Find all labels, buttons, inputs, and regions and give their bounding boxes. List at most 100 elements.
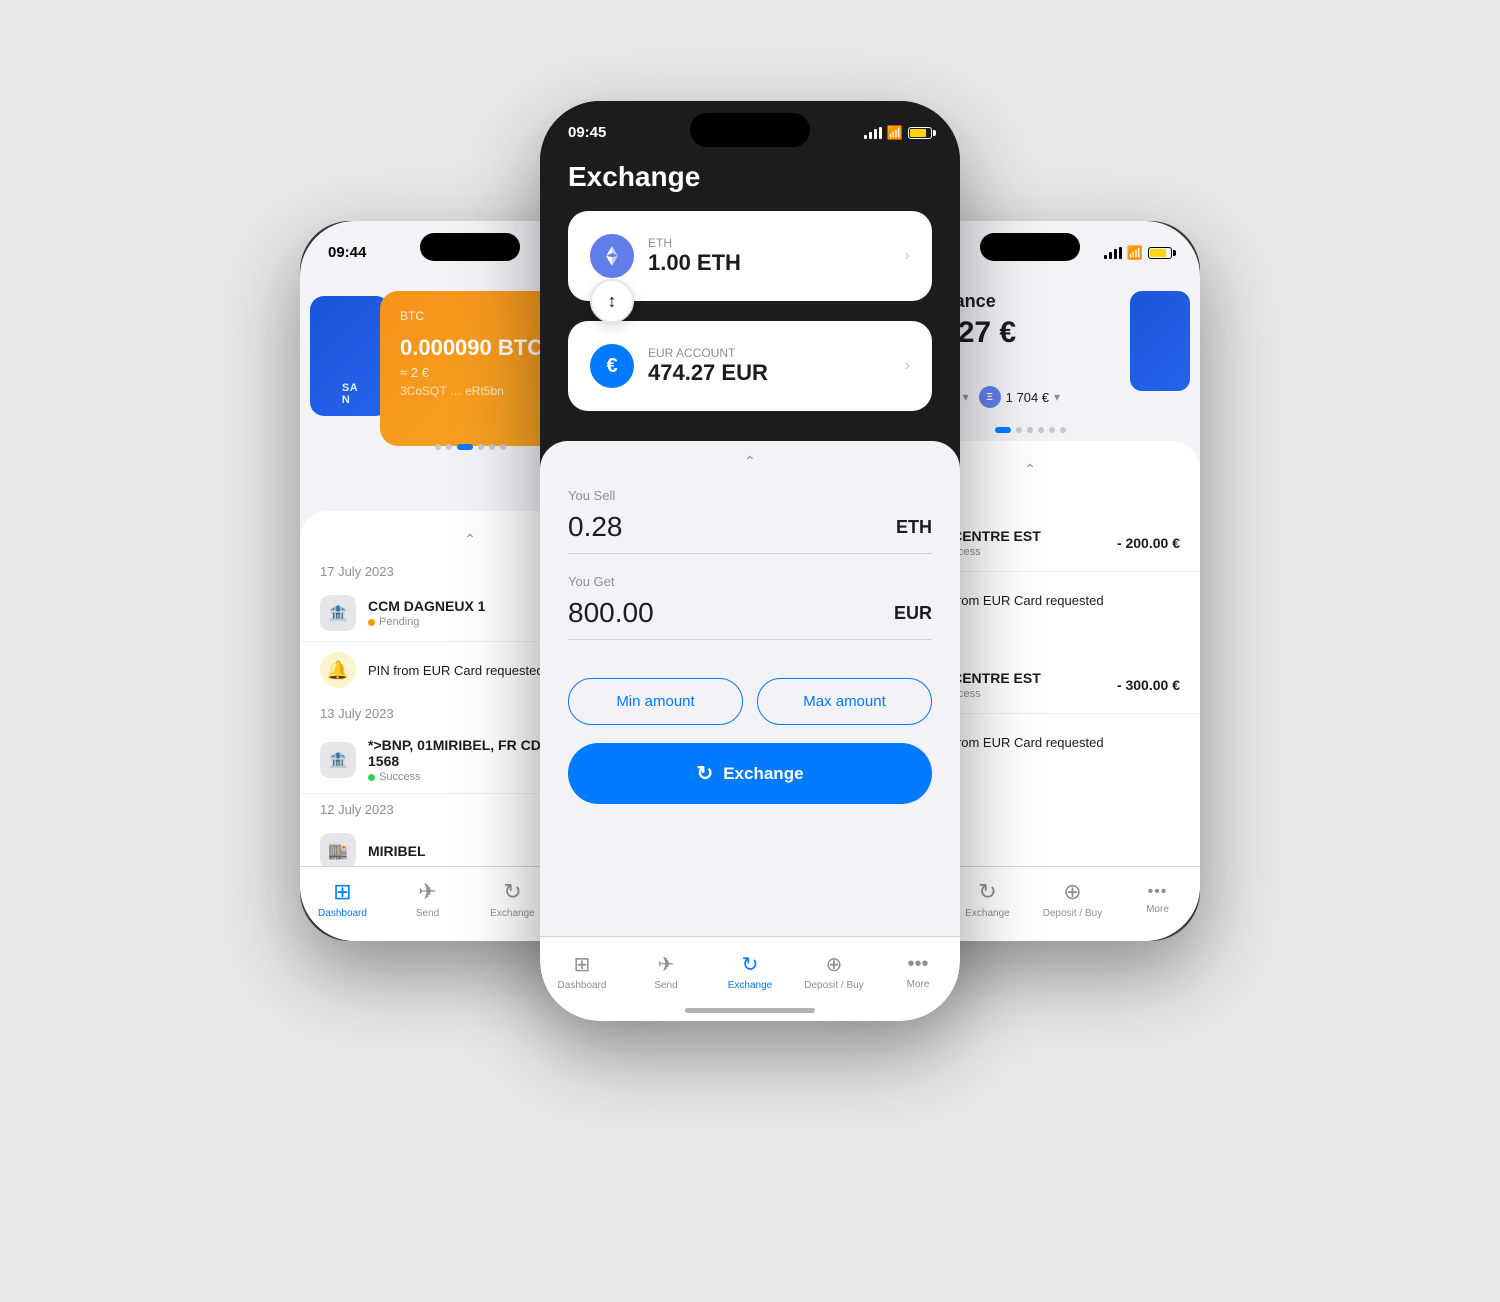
left-nav-dashboard-label: Dashboard — [318, 908, 367, 919]
r-exchange-icon: ↻ — [978, 879, 996, 905]
right-battery — [1148, 247, 1172, 259]
exchange-btn-icon: ↻ — [696, 761, 713, 786]
exchange-title: Exchange — [568, 161, 700, 193]
c-deposit-icon: ⊕ — [826, 952, 843, 977]
right-txn-1-amount: - 200.00 € — [1117, 535, 1180, 551]
center-signal — [864, 127, 882, 139]
swap-button[interactable]: ↕ — [590, 279, 634, 323]
c-signal-bar-4 — [879, 127, 882, 139]
c-signal-bar-3 — [874, 129, 877, 139]
center-nav-deposit[interactable]: ⊕ Deposit / Buy — [792, 952, 876, 991]
right-nav-exchange-label: Exchange — [965, 908, 1009, 919]
left-nav-dashboard[interactable]: ⊞ Dashboard — [300, 879, 385, 919]
left-txn-1-status-text: Pending — [379, 616, 419, 628]
sell-label: You Sell — [568, 488, 932, 503]
eur-label: EUR ACCOUNT — [648, 346, 891, 360]
exchange-action-button[interactable]: ↻ Exchange — [568, 743, 932, 804]
exchange-btn-label: Exchange — [723, 764, 803, 784]
center-nav-dashboard-label: Dashboard — [558, 980, 607, 991]
success-dot — [368, 774, 375, 781]
c-exchange-icon: ↻ — [742, 952, 759, 977]
dot-4 — [478, 444, 484, 450]
right-nav-deposit[interactable]: ⊕ Deposit / Buy — [1030, 879, 1115, 919]
eur-icon: € — [590, 344, 634, 388]
center-nav-exchange[interactable]: ↻ Exchange — [708, 952, 792, 991]
eth-label: ETH — [648, 236, 891, 250]
sell-currency-label: ETH — [896, 517, 932, 538]
r-deposit-icon: ⊕ — [1063, 879, 1081, 905]
visa-card[interactable]: SAN — [310, 296, 390, 416]
eur-value: 474.27 EUR — [648, 360, 891, 386]
c-dashboard-icon: ⊞ — [574, 952, 591, 977]
get-label: You Get — [568, 574, 932, 589]
get-currency-label: EUR — [894, 603, 932, 624]
eur-info: EUR ACCOUNT 474.27 EUR — [648, 346, 891, 386]
c-signal-bar-1 — [864, 135, 867, 139]
dot-5 — [489, 444, 495, 450]
right-txn-2-amount: - 300.00 € — [1117, 677, 1180, 693]
sell-section: You Sell ETH — [540, 478, 960, 554]
right-nav-more-label: More — [1146, 904, 1169, 915]
exchange-bottom-sheet: ⌃ You Sell ETH You Get EUR M — [540, 441, 960, 1021]
center-dynamic-island — [690, 113, 810, 147]
get-input-row: EUR — [568, 597, 932, 640]
eth-value: 1.00 ETH — [648, 250, 891, 276]
left-txn-2-name: *>BNP, 01MIRIBEL, FR CD 1568 — [368, 737, 564, 769]
sell-amount-input[interactable] — [568, 511, 768, 543]
get-section: You Get EUR — [540, 574, 960, 640]
bank-icon: 🏦 — [328, 603, 348, 623]
eur-currency-card[interactable]: € EUR ACCOUNT 474.27 EUR › — [568, 321, 932, 411]
right-eth-price-value: 1 704 € — [1006, 390, 1049, 405]
right-dynamic-island — [980, 233, 1080, 261]
left-dynamic-island — [420, 233, 520, 261]
center-battery-fill — [910, 129, 926, 137]
visa-label: SAN — [342, 382, 358, 406]
left-txn-1-icon: 🏦 — [320, 595, 356, 631]
eth-chevron: › — [905, 247, 910, 265]
get-amount-input[interactable] — [568, 597, 768, 629]
eth-icon — [590, 234, 634, 278]
right-btc-chevron: ▾ — [963, 390, 969, 404]
right-nav-more[interactable]: ••• More — [1115, 883, 1200, 915]
left-nav-send-label: Send — [416, 908, 439, 919]
left-txn-3-icon: 🏬 — [320, 833, 356, 869]
left-nav-exchange-label: Exchange — [490, 908, 534, 919]
center-nav-deposit-label: Deposit / Buy — [804, 980, 863, 991]
max-amount-button[interactable]: Max amount — [757, 678, 932, 725]
left-status-time: 09:44 — [328, 244, 366, 261]
sheet-handle: ⌃ — [540, 441, 960, 478]
center-status-time: 09:45 — [568, 124, 606, 141]
right-signal — [1104, 247, 1122, 259]
center-nav-more[interactable]: ••• More — [876, 953, 960, 990]
right-eth-price: Ξ 1 704 € ▾ — [979, 386, 1060, 408]
center-nav-more-label: More — [907, 979, 930, 990]
right-blue-card[interactable] — [1130, 291, 1190, 391]
left-txn-3-details: MIRIBEL — [368, 843, 564, 859]
dashboard-icon: ⊞ — [333, 879, 351, 905]
left-txn-1-name: CCM DAGNEUX 1 — [368, 598, 564, 614]
pending-dot — [368, 619, 375, 626]
send-icon: ✈ — [418, 879, 436, 905]
r-signal-bar-2 — [1109, 252, 1112, 259]
right-wifi-icon: 📶 — [1127, 245, 1143, 261]
sell-input-row: ETH — [568, 511, 932, 554]
center-nav-dashboard[interactable]: ⊞ Dashboard — [540, 952, 624, 991]
c-send-icon: ✈ — [658, 952, 675, 977]
center-status-icons: 📶 — [864, 125, 932, 141]
center-nav-exchange-label: Exchange — [728, 980, 772, 991]
r-dot-5 — [1049, 427, 1055, 433]
r-dot-3 — [1027, 427, 1033, 433]
dot-2 — [446, 444, 452, 450]
center-wifi-icon: 📶 — [887, 125, 903, 141]
left-txn-2-status-text: Success — [379, 771, 421, 783]
center-nav-send[interactable]: ✈ Send — [624, 952, 708, 991]
min-amount-button[interactable]: Min amount — [568, 678, 743, 725]
center-phone: 09:45 📶 Exchange — [540, 101, 960, 1021]
left-nav-send[interactable]: ✈ Send — [385, 879, 470, 919]
left-txn-2-icon: 🏦 — [320, 742, 356, 778]
left-txn-1-details: CCM DAGNEUX 1 Pending — [368, 598, 564, 628]
dot-6 — [500, 444, 506, 450]
left-txn-1-status: Pending — [368, 616, 564, 628]
r-dot-4 — [1038, 427, 1044, 433]
dot-3-active — [457, 444, 473, 450]
